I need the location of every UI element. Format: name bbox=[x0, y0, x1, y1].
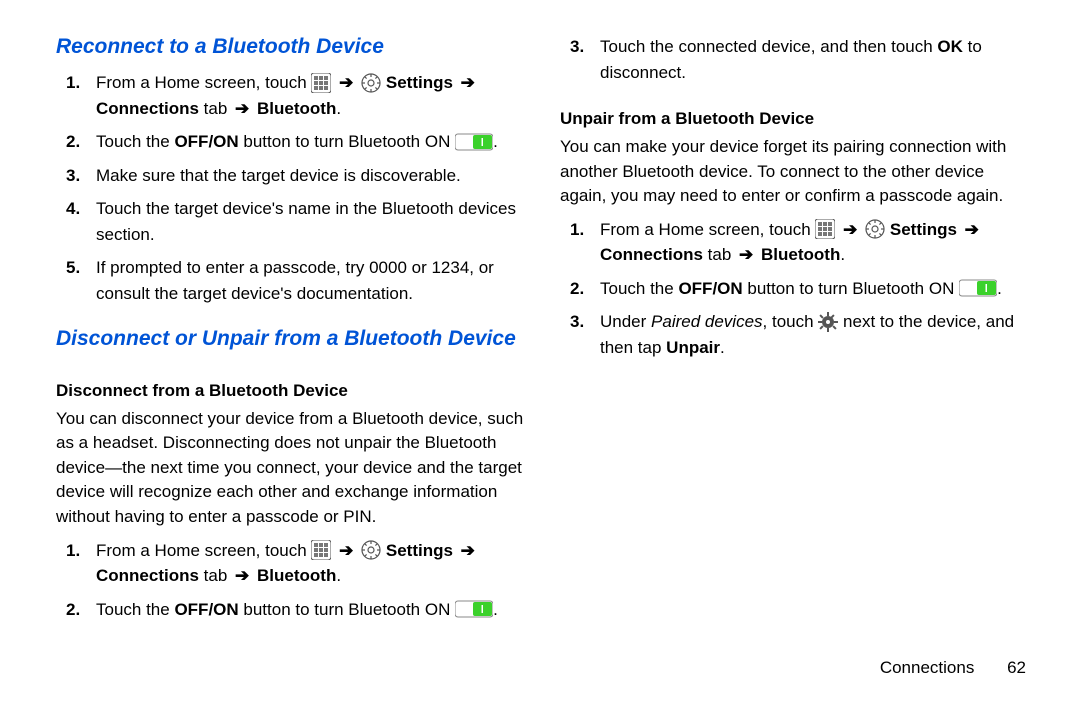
gear-icon bbox=[361, 540, 381, 560]
arrow-icon: ➔ bbox=[962, 220, 982, 239]
apps-icon bbox=[815, 219, 835, 239]
step-text: Under bbox=[600, 312, 651, 331]
arrow-icon: ➔ bbox=[458, 541, 478, 560]
disconnect-steps: From a Home screen, touch ➔ Settings ➔ C… bbox=[56, 538, 528, 631]
paragraph: You can make your device forget its pair… bbox=[560, 135, 1032, 209]
toggle-on-icon bbox=[959, 277, 997, 299]
list-item: Touch the connected device, and then tou… bbox=[560, 34, 1032, 85]
subheading-unpair: Unpair from a Bluetooth Device bbox=[560, 109, 1032, 129]
gear-icon bbox=[818, 312, 838, 332]
step-text: tab bbox=[199, 566, 232, 585]
step-text: Touch the bbox=[96, 600, 174, 619]
arrow-icon: ➔ bbox=[736, 245, 756, 264]
list-item: Touch the OFF/ON button to turn Bluetoot… bbox=[56, 129, 528, 155]
bluetooth-label: Bluetooth bbox=[761, 245, 840, 264]
list-item: If prompted to enter a passcode, try 000… bbox=[56, 255, 528, 306]
list-item: From a Home screen, touch ➔ Settings ➔ C… bbox=[56, 538, 528, 589]
manual-page: Reconnect to a Bluetooth Device From a H… bbox=[0, 0, 1080, 720]
period: . bbox=[336, 566, 341, 585]
offon-label: OFF/ON bbox=[678, 279, 742, 298]
step-text: , touch bbox=[763, 312, 819, 331]
apps-icon bbox=[311, 540, 331, 560]
left-column: Reconnect to a Bluetooth Device From a H… bbox=[56, 34, 528, 680]
arrow-icon: ➔ bbox=[336, 73, 356, 92]
step-text: If prompted to enter a passcode, try 000… bbox=[96, 258, 494, 303]
footer-section: Connections bbox=[880, 658, 975, 677]
period: . bbox=[840, 245, 845, 264]
step-text: Touch the bbox=[600, 279, 678, 298]
arrow-icon: ➔ bbox=[840, 220, 860, 239]
step-text: From a Home screen, touch bbox=[96, 73, 311, 92]
apps-icon bbox=[311, 73, 331, 93]
disconnect-steps-cont: Touch the connected device, and then tou… bbox=[560, 34, 1032, 93]
list-item: Under Paired devices, touch next to the … bbox=[560, 309, 1032, 360]
step-text: Make sure that the target device is disc… bbox=[96, 166, 461, 185]
connections-label: Connections bbox=[96, 99, 199, 118]
connections-label: Connections bbox=[600, 245, 703, 264]
step-text: button to turn Bluetooth ON bbox=[239, 132, 455, 151]
period: . bbox=[336, 99, 341, 118]
step-text: . bbox=[720, 338, 725, 357]
step-text: Touch the target device's name in the Bl… bbox=[96, 199, 516, 244]
period: . bbox=[493, 600, 498, 619]
step-text: From a Home screen, touch bbox=[96, 541, 311, 560]
arrow-icon: ➔ bbox=[458, 73, 478, 92]
settings-label: Settings bbox=[386, 73, 453, 92]
step-text: Touch the bbox=[96, 132, 174, 151]
right-column: Touch the connected device, and then tou… bbox=[560, 34, 1032, 680]
bluetooth-label: Bluetooth bbox=[257, 566, 336, 585]
bluetooth-label: Bluetooth bbox=[257, 99, 336, 118]
paragraph: You can disconnect your device from a Bl… bbox=[56, 407, 528, 530]
section-title-disconnect: Disconnect or Unpair from a Bluetooth De… bbox=[56, 326, 528, 352]
offon-label: OFF/ON bbox=[174, 132, 238, 151]
settings-label: Settings bbox=[386, 541, 453, 560]
list-item: Make sure that the target device is disc… bbox=[56, 163, 528, 189]
connections-label: Connections bbox=[96, 566, 199, 585]
paired-devices-label: Paired devices bbox=[651, 312, 763, 331]
offon-label: OFF/ON bbox=[174, 600, 238, 619]
gear-icon bbox=[361, 73, 381, 93]
ok-label: OK bbox=[937, 37, 963, 56]
arrow-icon: ➔ bbox=[232, 99, 252, 118]
page-footer: Connections 62 bbox=[880, 658, 1026, 678]
list-item: Touch the OFF/ON button to turn Bluetoot… bbox=[56, 597, 528, 623]
list-item: From a Home screen, touch ➔ Settings ➔ C… bbox=[56, 70, 528, 121]
unpair-steps: From a Home screen, touch ➔ Settings ➔ C… bbox=[560, 217, 1032, 369]
step-text: From a Home screen, touch bbox=[600, 220, 815, 239]
subheading-disconnect: Disconnect from a Bluetooth Device bbox=[56, 381, 528, 401]
list-item: From a Home screen, touch ➔ Settings ➔ C… bbox=[560, 217, 1032, 268]
step-text: button to turn Bluetooth ON bbox=[239, 600, 455, 619]
settings-label: Settings bbox=[890, 220, 957, 239]
step-text: button to turn Bluetooth ON bbox=[743, 279, 959, 298]
list-item: Touch the OFF/ON button to turn Bluetoot… bbox=[560, 276, 1032, 302]
section-title-reconnect: Reconnect to a Bluetooth Device bbox=[56, 34, 528, 60]
step-text: Touch the connected device, and then tou… bbox=[600, 37, 937, 56]
toggle-on-icon bbox=[455, 598, 493, 620]
gear-icon bbox=[865, 219, 885, 239]
unpair-label: Unpair bbox=[666, 338, 720, 357]
arrow-icon: ➔ bbox=[232, 566, 252, 585]
arrow-icon: ➔ bbox=[336, 541, 356, 560]
period: . bbox=[493, 132, 498, 151]
reconnect-steps: From a Home screen, touch ➔ Settings ➔ C… bbox=[56, 70, 528, 314]
step-text: tab bbox=[703, 245, 736, 264]
toggle-on-icon bbox=[455, 131, 493, 153]
list-item: Touch the target device's name in the Bl… bbox=[56, 196, 528, 247]
step-text: tab bbox=[199, 99, 232, 118]
period: . bbox=[997, 279, 1002, 298]
page-number: 62 bbox=[1007, 658, 1026, 677]
